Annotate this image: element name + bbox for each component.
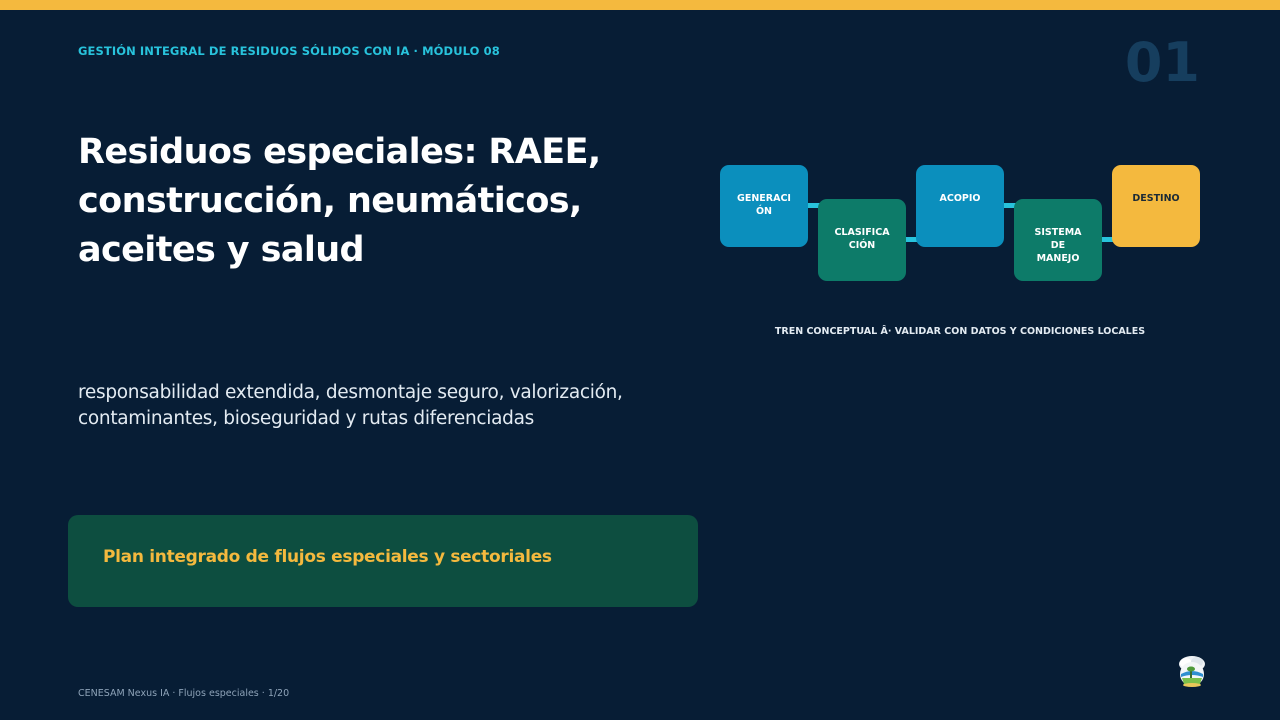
flow-node-label: DESTINO xyxy=(1132,193,1180,204)
flow-node-destino: DESTINO xyxy=(1112,165,1200,247)
cenesam-logo-icon xyxy=(1179,656,1205,687)
flow-node-label: CLASIFICACIÓN xyxy=(834,227,890,251)
flow-node-label: ACOPIO xyxy=(939,193,981,204)
flow-node-label: SISTEMA DE MANEJO xyxy=(1034,227,1082,264)
flow-node-generacion: GENERACIÓN xyxy=(720,165,808,247)
page-title: Residuos especiales: RAEE, construcción,… xyxy=(78,132,601,270)
top-accent-bar xyxy=(0,0,1280,10)
flow-node-sistema-de-manejo: SISTEMA DE MANEJO xyxy=(1014,199,1102,281)
plan-panel: Plan integrado de flujos especiales y se… xyxy=(68,515,698,607)
flow-node-acopio: ACOPIO xyxy=(916,165,1004,247)
page-subtitle: responsabilidad extendida, desmontaje se… xyxy=(78,382,623,429)
plan-text: Plan integrado de flujos especiales y se… xyxy=(103,547,552,567)
module-label: GESTIÓN INTEGRAL DE RESIDUOS SÓLIDOS CON… xyxy=(78,44,500,58)
flow-node-label: GENERACIÓN xyxy=(737,193,791,217)
slide-number: 01 xyxy=(1124,31,1200,94)
footer-text: CENESAM Nexus IA · Flujos especiales · 1… xyxy=(78,688,290,699)
flow-caption: TREN CONCEPTUAL Â· VALIDAR CON DATOS Y C… xyxy=(774,326,1146,337)
flow-node-clasificacion: CLASIFICACIÓN xyxy=(818,199,906,281)
